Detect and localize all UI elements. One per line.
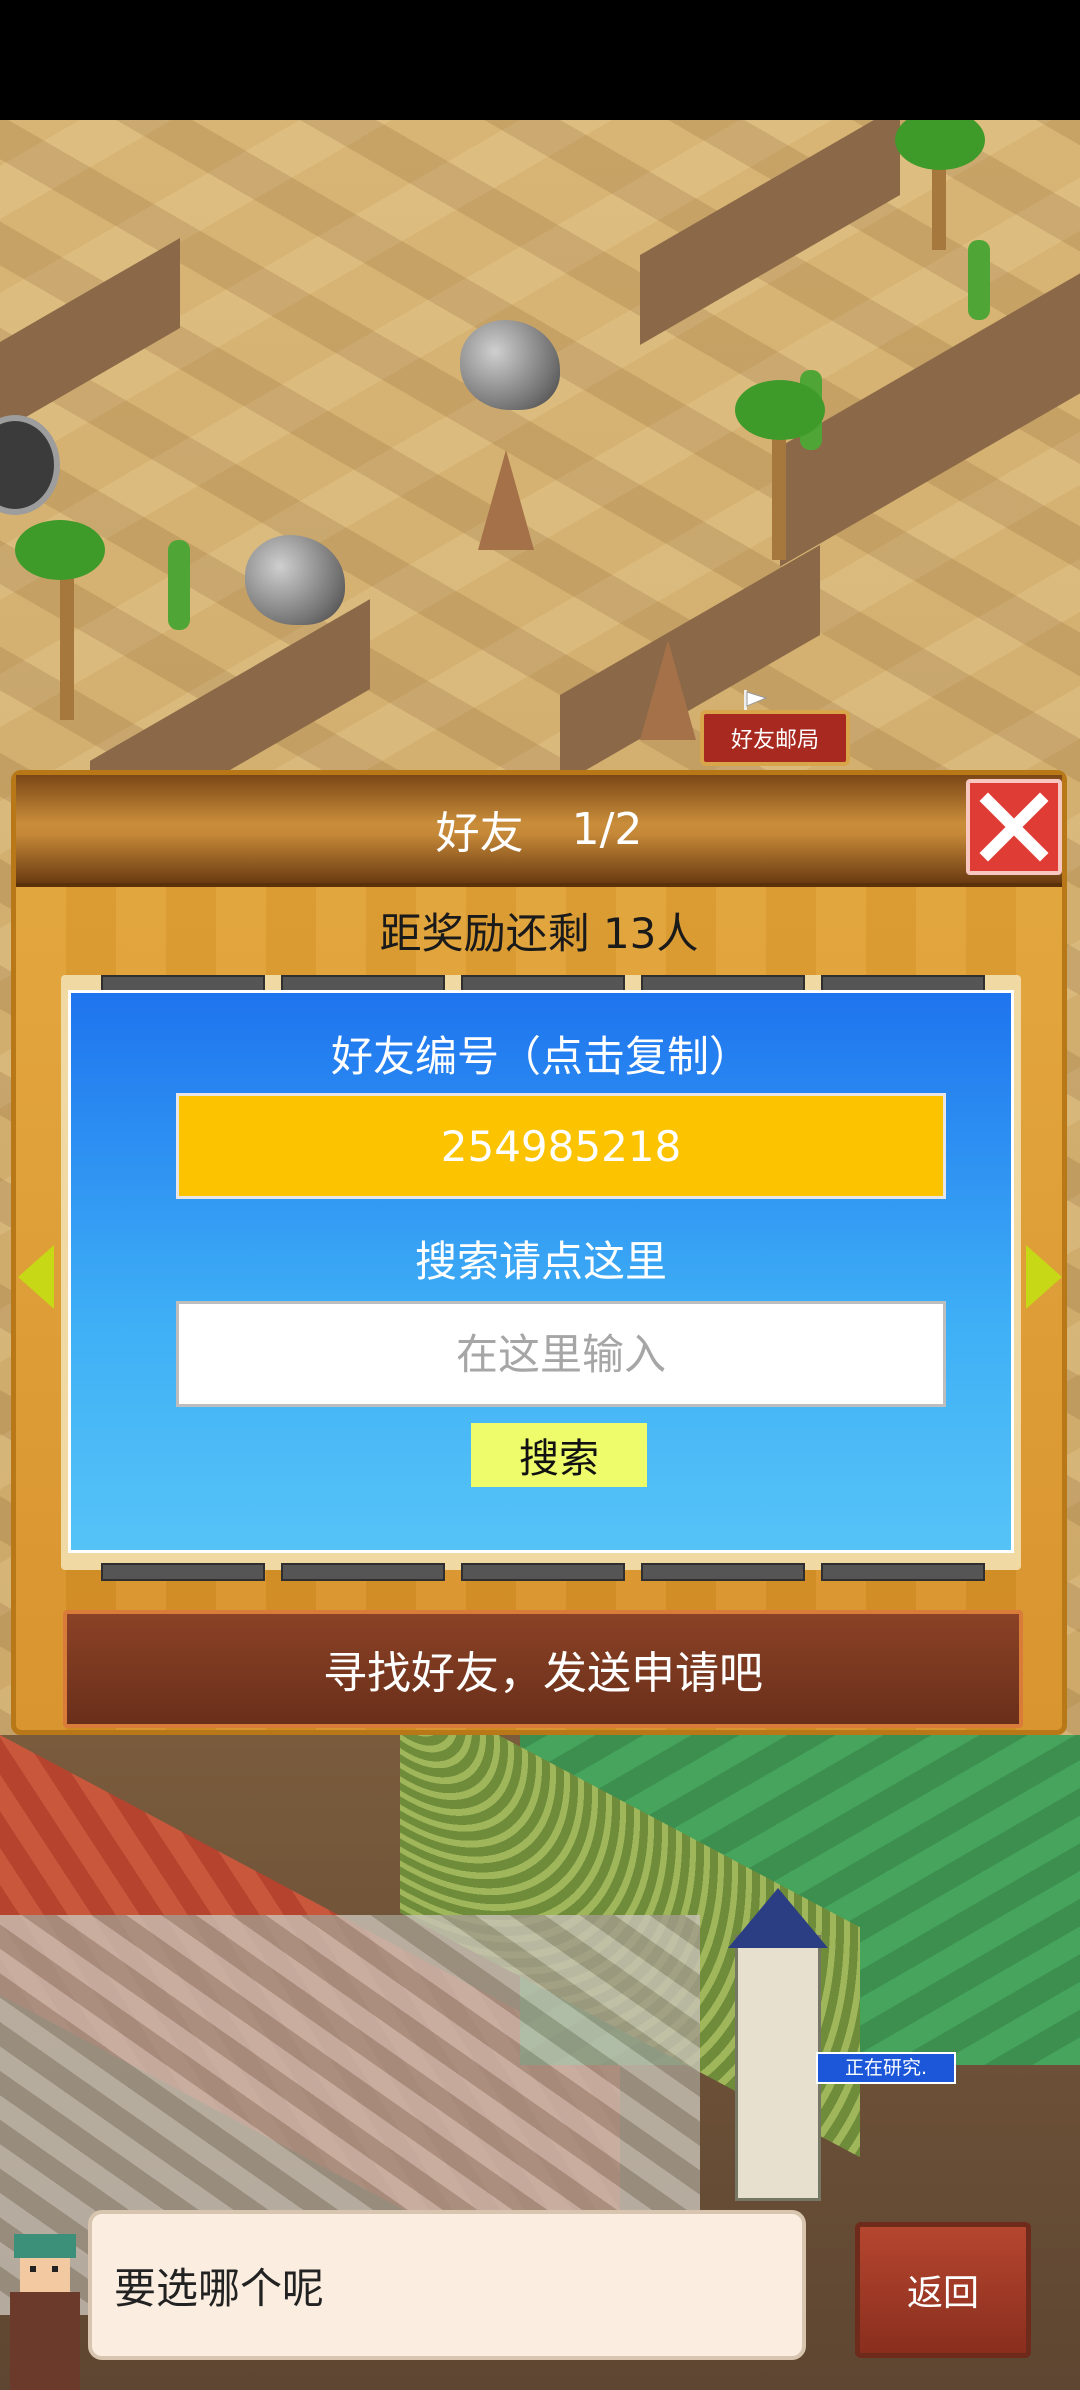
rock-spire — [478, 450, 534, 550]
friend-search-card: 好友编号（点击复制） 254985218 搜索请点这里 搜索 — [68, 990, 1014, 1553]
friends-panel: 好友 1/2 距奖励还剩 13人 好友编号（点击复制） 254985218 搜索… — [11, 770, 1067, 1735]
status-bar — [0, 0, 1080, 120]
palm-tree — [0, 500, 130, 720]
page-indicator: 1/2 — [571, 803, 643, 855]
dirt-patch — [0, 238, 180, 432]
search-label: 搜索请点这里 — [414, 1237, 667, 1286]
friend-id-copy-button[interactable]: 254985218 — [176, 1093, 946, 1199]
panel-title-text: 好友 — [435, 808, 524, 859]
card-tabs-bottom — [101, 1563, 1041, 1581]
dialog-text: 要选哪个呢 — [114, 2263, 325, 2313]
arrow-right-icon[interactable] — [1026, 1245, 1062, 1309]
friend-id-label: 好友编号（点击复制） — [330, 1032, 751, 1081]
search-input[interactable] — [176, 1301, 946, 1407]
find-friends-button[interactable]: 寻找好友，发送申请吧 — [63, 1610, 1023, 1728]
tab-stub — [281, 1563, 445, 1581]
advisor-avatar — [10, 2234, 80, 2390]
arrow-left-icon[interactable] — [18, 1245, 54, 1309]
friend-mailbox-label: 好友邮局 — [730, 728, 819, 753]
search-button[interactable]: 搜索 — [471, 1423, 647, 1487]
close-button[interactable] — [966, 779, 1062, 875]
clock-tower[interactable] — [728, 1888, 828, 2201]
reward-remaining-text: 距奖励还剩 13人 — [379, 908, 699, 958]
cactus — [968, 240, 990, 320]
back-button[interactable]: 返回 — [855, 2222, 1031, 2358]
panel-title: 好友 1/2 — [16, 775, 1062, 883]
cactus — [168, 540, 190, 630]
rock — [460, 320, 560, 410]
rock-spire — [640, 640, 696, 740]
tab-stub — [641, 1563, 805, 1581]
rock — [245, 535, 345, 625]
friend-mailbox-button[interactable]: 好友邮局 — [700, 710, 850, 766]
dirt-patch — [640, 120, 900, 346]
close-icon — [979, 792, 1049, 862]
tab-stub — [101, 1563, 265, 1581]
tab-stub — [821, 1563, 985, 1581]
tab-stub — [461, 1563, 625, 1581]
palm-tree — [720, 360, 840, 560]
dialog-box: 要选哪个呢 — [88, 2210, 806, 2360]
research-status-badge: 正在研究. — [816, 2052, 956, 2084]
palm-tree — [880, 120, 1000, 250]
